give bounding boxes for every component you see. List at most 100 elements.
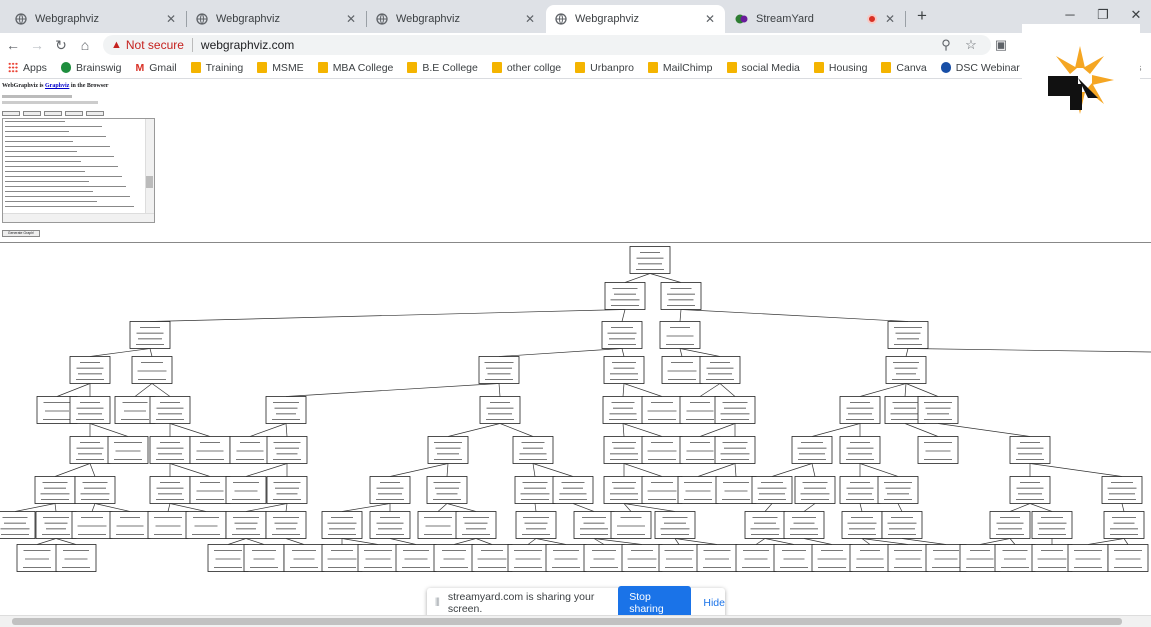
- hide-button[interactable]: Hide: [703, 597, 725, 609]
- tree-node: [131, 356, 173, 384]
- bookmark-gmail[interactable]: M Gmail: [135, 62, 176, 74]
- tree-node: [395, 544, 437, 572]
- tab-webgraphviz-3[interactable]: Webgraphviz ✕: [367, 5, 545, 33]
- bookmark-canva[interactable]: Canva: [881, 62, 927, 74]
- close-tab-icon[interactable]: ✕: [703, 12, 717, 26]
- tree-node: [849, 544, 891, 572]
- tab-webgraphviz-active[interactable]: Webgraphviz ✕: [546, 5, 725, 33]
- tree-edge: [532, 463, 536, 477]
- tree-node: [714, 396, 756, 424]
- tree-node: [149, 476, 191, 504]
- tree-edge: [169, 463, 211, 477]
- tree-node: [583, 544, 625, 572]
- forward-button[interactable]: →: [28, 36, 46, 54]
- url-text[interactable]: webgraphviz.com: [201, 38, 294, 52]
- bookmark-other-collge[interactable]: other collge: [491, 62, 561, 74]
- address-bar[interactable]: ▲ Not secure webgraphviz.com: [103, 35, 991, 55]
- tree-edge: [755, 538, 766, 545]
- folder-icon: [881, 62, 892, 73]
- tree-edge: [937, 423, 1031, 437]
- tree-node: [149, 436, 191, 464]
- tree-edge: [498, 383, 501, 397]
- tree-edge: [905, 383, 939, 397]
- tree-node: [507, 544, 549, 572]
- tree-node: [265, 511, 307, 539]
- tree-edge: [285, 423, 288, 437]
- security-status[interactable]: Not secure: [126, 38, 184, 52]
- bookmark-urbanpro[interactable]: Urbanpro: [575, 62, 634, 74]
- tree-node: [791, 436, 833, 464]
- tree-node: [679, 396, 721, 424]
- tree-node: [34, 476, 76, 504]
- tree-node: [16, 544, 58, 572]
- warning-icon[interactable]: ▲: [111, 39, 122, 51]
- screen-share-notification: ⦀ streamyard.com is sharing your screen.…: [427, 586, 725, 620]
- close-window-button[interactable]: ✕: [1124, 4, 1148, 26]
- tab-webgraphviz-2[interactable]: Webgraphviz ✕: [187, 5, 366, 33]
- home-button[interactable]: ⌂: [76, 36, 94, 54]
- folder-icon: [813, 62, 824, 73]
- tree-edge: [811, 423, 861, 437]
- minimize-button[interactable]: ─: [1058, 4, 1082, 26]
- tree-edge: [475, 538, 493, 545]
- bookmark-star-icon[interactable]: ☆: [962, 36, 980, 54]
- tree-node: [283, 544, 325, 572]
- decision-tree-graph: [0, 246, 1151, 572]
- tree-edge: [285, 383, 500, 397]
- tree-edge: [1009, 538, 1016, 545]
- close-tab-icon[interactable]: ✕: [883, 12, 897, 26]
- tree-edge: [679, 309, 682, 322]
- scroll-thumb[interactable]: [12, 618, 1122, 625]
- tree-edge: [622, 383, 625, 397]
- tree-edge: [904, 423, 939, 437]
- extension-icon[interactable]: ▣: [992, 36, 1010, 54]
- maximize-button[interactable]: ❐: [1091, 4, 1115, 26]
- tree-edge: [674, 538, 680, 545]
- tree-edge: [498, 348, 623, 357]
- reload-button[interactable]: ↻: [52, 36, 70, 54]
- bookmark-housing[interactable]: Housing: [813, 62, 867, 74]
- bookmark-apps[interactable]: Apps: [8, 62, 47, 74]
- new-tab-button[interactable]: +: [912, 6, 932, 26]
- tree-edge: [679, 348, 721, 357]
- bookmark-mailchimp[interactable]: MailChimp: [647, 62, 713, 74]
- tree-node: [1009, 436, 1051, 464]
- tree-edge: [1029, 463, 1123, 477]
- back-button[interactable]: ←: [4, 36, 22, 54]
- tree-node: [515, 511, 557, 539]
- bookmark-brainswig[interactable]: Brainswig: [60, 62, 121, 74]
- bookmark-training[interactable]: Training: [190, 62, 243, 74]
- tree-edge: [859, 383, 907, 397]
- tree-node: [357, 544, 399, 572]
- tree-edge: [907, 348, 1151, 353]
- close-tab-icon[interactable]: ✕: [164, 12, 178, 26]
- tree-node: [679, 436, 721, 464]
- tree-node: [641, 436, 683, 464]
- bookmark-msme[interactable]: MSME: [257, 62, 304, 74]
- drag-handle-icon[interactable]: ⦀: [435, 597, 440, 610]
- tree-node: [1031, 544, 1073, 572]
- zoom-icon[interactable]: ⚲: [937, 36, 955, 54]
- bookmark-social-media[interactable]: social Media: [726, 62, 800, 74]
- apps-grid-icon: [8, 62, 18, 73]
- tab-webgraphviz-1[interactable]: Webgraphviz ✕: [6, 5, 186, 33]
- tree-node: [654, 511, 696, 539]
- page-horizontal-scrollbar[interactable]: [0, 615, 1151, 627]
- tab-title: Webgraphviz: [216, 13, 280, 25]
- tab-streamyard[interactable]: StreamYard ✕: [727, 5, 905, 33]
- tree-node: [621, 544, 663, 572]
- close-tab-icon[interactable]: ✕: [523, 12, 537, 26]
- tree-edge: [904, 383, 907, 397]
- tab-title: Webgraphviz: [35, 13, 99, 25]
- bookmark-be-college[interactable]: B.E College: [407, 62, 478, 74]
- bookmark-mba-college[interactable]: MBA College: [317, 62, 393, 74]
- tree-edge: [389, 463, 449, 477]
- close-tab-icon[interactable]: ✕: [344, 12, 358, 26]
- tree-node: [207, 544, 249, 572]
- tree-edge: [622, 423, 663, 437]
- tree-edge: [719, 383, 736, 397]
- tree-edge: [167, 503, 171, 512]
- tree-edge: [55, 538, 77, 545]
- tree-edge: [623, 383, 663, 397]
- folder-icon: [726, 62, 737, 73]
